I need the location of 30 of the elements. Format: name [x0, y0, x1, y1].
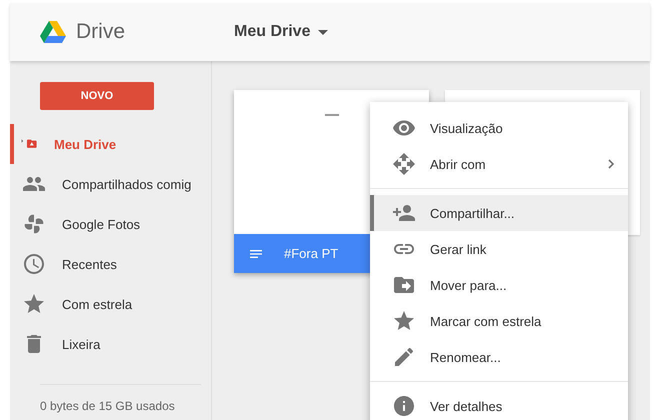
sidebar-item[interactable]: Com estrela — [10, 284, 211, 324]
sidebar-label: Compartilhados comig — [62, 176, 192, 192]
sidebar-label: Recentes — [62, 256, 117, 272]
chevron-right-icon — [608, 159, 614, 169]
app-name: Drive — [76, 20, 126, 44]
move-arrows-icon — [392, 152, 416, 176]
menu-item[interactable]: Ver detalhes — [370, 388, 628, 420]
sidebar-item[interactable]: Recentes — [10, 244, 211, 284]
clock-icon — [22, 252, 46, 276]
new-button[interactable]: NOVO — [40, 82, 154, 110]
sidebar-label: Com estrela — [62, 296, 132, 312]
sidebar-label: Lixeira — [62, 336, 100, 352]
menu-item[interactable]: Marcar com estrela — [370, 303, 628, 339]
sidebar-label: Google Fotos — [62, 216, 140, 232]
drive-logo-icon — [40, 21, 66, 43]
sidebar-item[interactable]: Lixeira — [10, 324, 211, 364]
pinwheel-icon — [23, 213, 45, 235]
sidebar-item[interactable]: Meu Drive — [10, 124, 211, 164]
location-dropdown[interactable]: Meu Drive — [234, 23, 328, 41]
menu-item[interactable]: Compartilhar... — [370, 195, 628, 231]
sidebar-item[interactable]: Compartilhados comig — [10, 164, 211, 204]
sidebar-label: Meu Drive — [54, 136, 116, 152]
pencil-icon — [392, 345, 416, 369]
info-icon — [392, 394, 416, 418]
sidebar-item[interactable]: Google Fotos — [10, 204, 211, 244]
storage-usage: 0 bytes de 15 GB usados — [40, 399, 176, 413]
menu-item[interactable]: Renomear... — [370, 339, 628, 375]
doc-text-line — [324, 114, 338, 116]
file-name: #Fora PT — [284, 246, 338, 261]
caret-icon — [318, 30, 328, 34]
